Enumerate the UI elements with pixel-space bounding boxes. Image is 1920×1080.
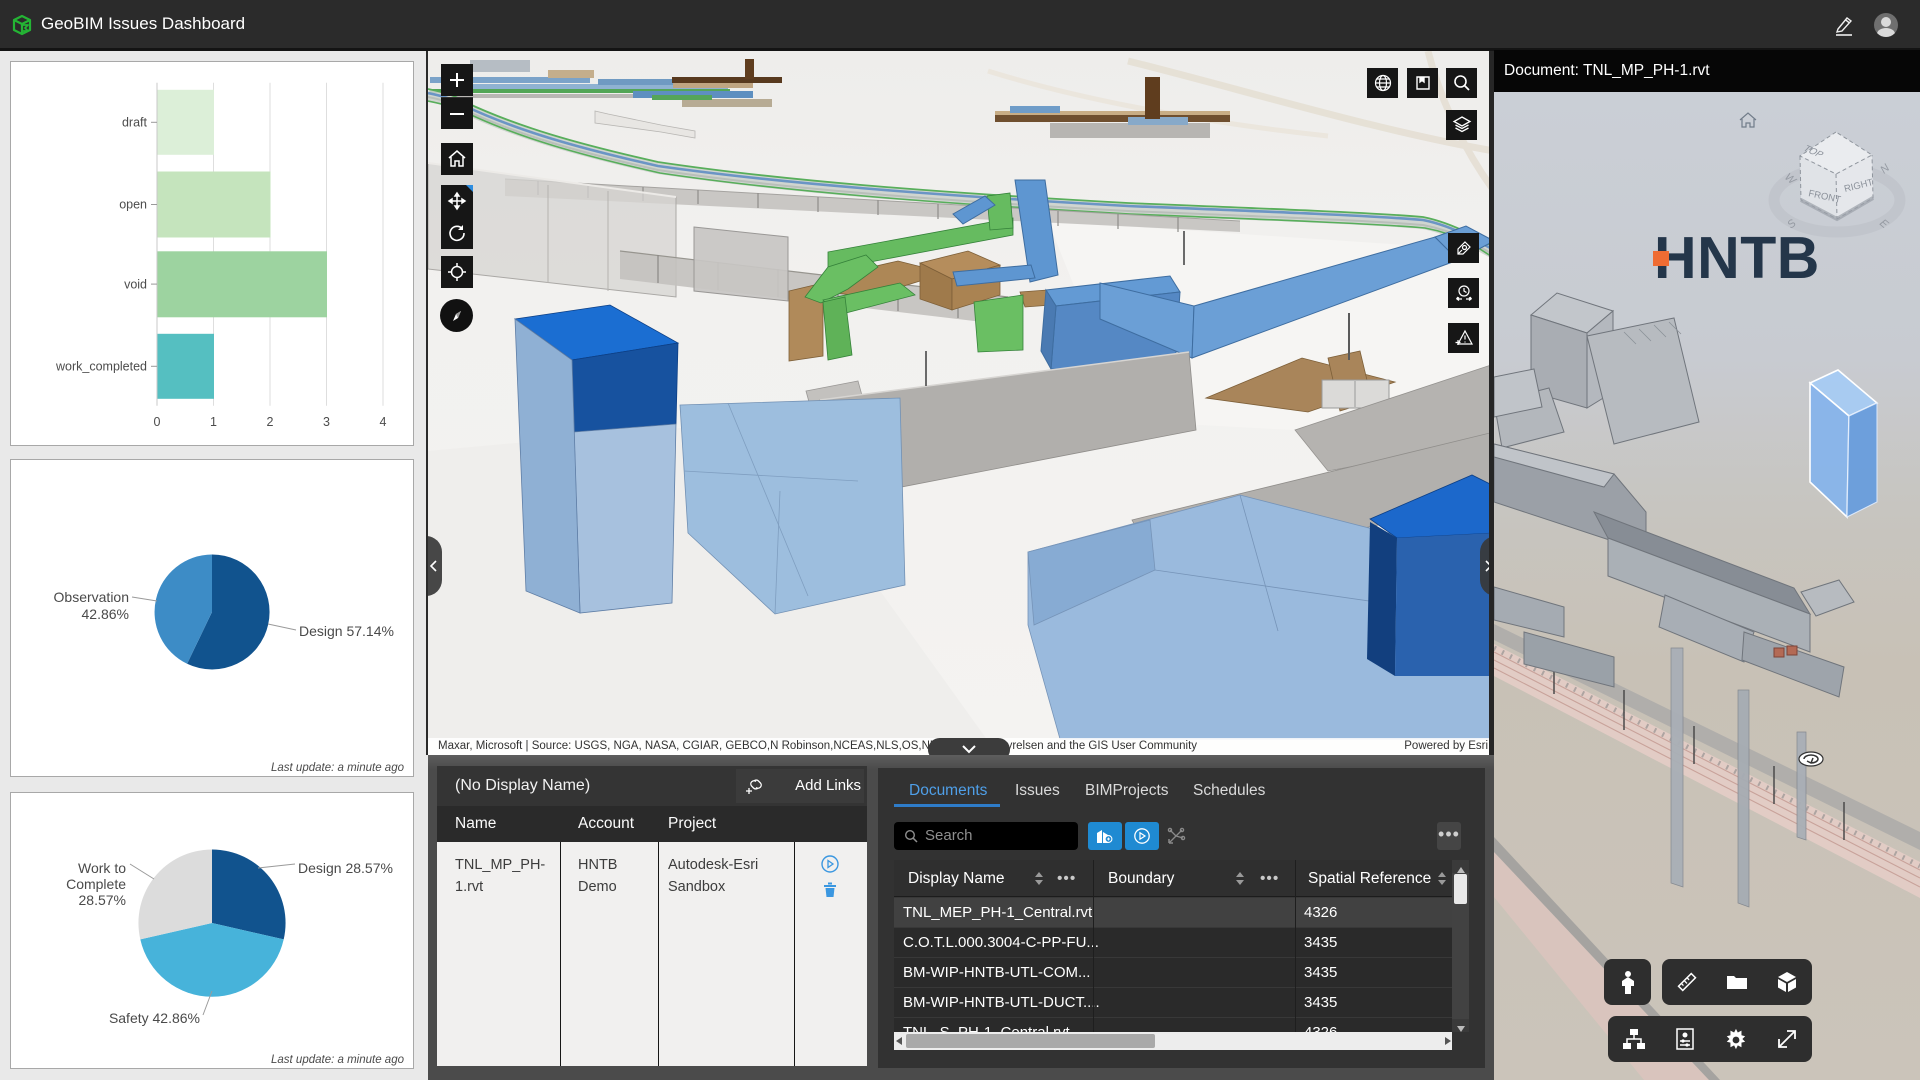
svg-text:Complete: Complete <box>66 876 126 892</box>
svg-text:1: 1 <box>210 415 217 429</box>
svg-text:2: 2 <box>267 415 274 429</box>
svg-text:Work to: Work to <box>78 860 126 876</box>
svg-text:42.86%: 42.86% <box>82 606 129 622</box>
svg-text:4: 4 <box>380 415 387 429</box>
svg-text:void: void <box>124 277 147 291</box>
svg-text:28.57%: 28.57% <box>79 892 126 908</box>
svg-text:Last update: a minute ago: Last update: a minute ago <box>271 1054 405 1066</box>
svg-text:Observation: Observation <box>54 589 129 605</box>
svg-text:Last update: a minute ago: Last update: a minute ago <box>271 762 405 774</box>
svg-text:open: open <box>119 198 147 212</box>
svg-text:Design 28.57%: Design 28.57% <box>298 860 393 876</box>
svg-text:work_completed: work_completed <box>55 360 147 374</box>
svg-text:draft: draft <box>122 116 148 130</box>
svg-text:Safety 42.86%: Safety 42.86% <box>109 1010 200 1026</box>
svg-text:Design 57.14%: Design 57.14% <box>299 623 394 639</box>
svg-text:HNTB: HNTB <box>1654 225 1820 291</box>
svg-text:0: 0 <box>154 415 161 429</box>
svg-text:3: 3 <box>323 415 330 429</box>
